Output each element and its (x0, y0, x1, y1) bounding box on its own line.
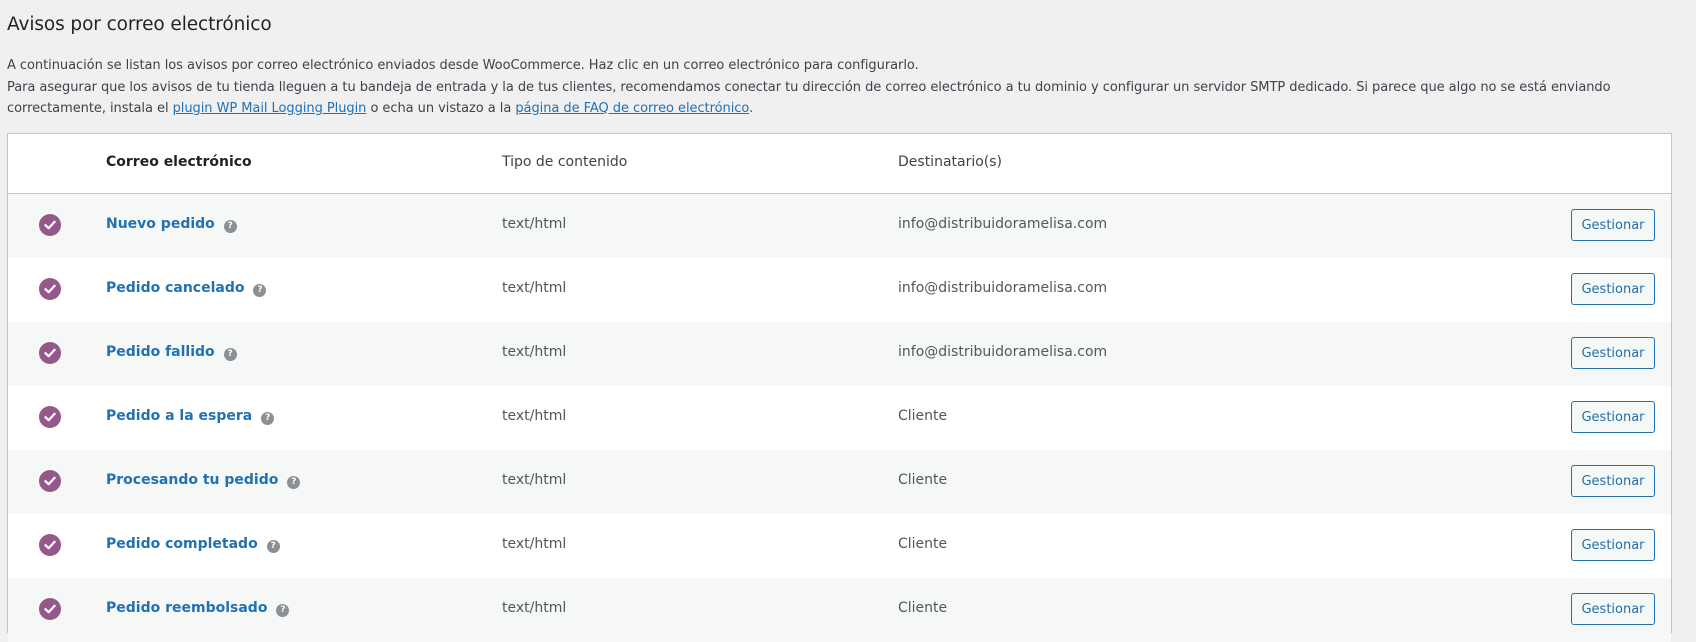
table-row: Pedido fallido? text/html info@distribui… (8, 322, 1671, 386)
email-name: Pedido completado (106, 536, 258, 552)
email-name-link[interactable]: Nuevo pedido? (106, 216, 237, 233)
manage-button[interactable]: Gestionar (1571, 273, 1655, 305)
check-circle-icon (39, 342, 61, 364)
content-type: text/html (502, 600, 567, 616)
content-type: text/html (502, 280, 567, 296)
intro-text-part: . (749, 101, 754, 116)
manage-button[interactable]: Gestionar (1571, 209, 1655, 241)
email-name-link[interactable]: Procesando tu pedido? (106, 472, 301, 489)
email-name-link[interactable]: Pedido completado? (106, 536, 280, 553)
table-row: Nuevo pedido? text/html info@distribuido… (8, 194, 1671, 258)
header-content-type: Tipo de contenido (502, 154, 628, 170)
help-icon[interactable]: ? (223, 348, 237, 361)
email-name-link[interactable]: Pedido reembolsado? (106, 600, 290, 617)
check-circle-icon (39, 534, 61, 556)
recipient: Cliente (898, 408, 948, 424)
recipient: Cliente (898, 600, 948, 616)
table-body: Nuevo pedido? text/html info@distribuido… (8, 194, 1671, 642)
manage-button[interactable]: Gestionar (1571, 401, 1655, 433)
check-circle-icon (39, 598, 61, 620)
table-header: Correo electrónico Tipo de contenido Des… (8, 134, 1671, 194)
email-name: Pedido cancelado (106, 280, 245, 296)
table-row: Pedido reembolsado? text/html Cliente Ge… (8, 578, 1671, 642)
check-circle-icon (39, 406, 61, 428)
email-name: Nuevo pedido (106, 216, 215, 232)
manage-button[interactable]: Gestionar (1571, 465, 1655, 497)
content-type: text/html (502, 216, 567, 232)
recipient: info@distribuidoramelisa.com (898, 344, 1108, 360)
help-icon[interactable]: ? (287, 476, 301, 489)
faq-link[interactable]: página de FAQ de correo electrónico (515, 101, 749, 116)
recipient: Cliente (898, 472, 948, 488)
help-icon[interactable]: ? (253, 284, 267, 297)
check-circle-icon (39, 470, 61, 492)
content-type: text/html (502, 408, 567, 424)
table-row: Pedido a la espera? text/html Cliente Ge… (8, 386, 1671, 450)
page-title: Avisos por correo electrónico (7, 14, 272, 35)
table-row: Pedido cancelado? text/html info@distrib… (8, 258, 1671, 322)
intro-line-1: A continuación se listan los avisos por … (7, 58, 919, 73)
email-name: Pedido reembolsado (106, 600, 268, 616)
content-type: text/html (502, 344, 567, 360)
plugin-link[interactable]: plugin WP Mail Logging Plugin (173, 101, 367, 116)
help-icon[interactable]: ? (266, 540, 280, 553)
table-row: Procesando tu pedido? text/html Cliente … (8, 450, 1671, 514)
email-name: Pedido fallido (106, 344, 215, 360)
header-email: Correo electrónico (106, 154, 252, 170)
recipient: info@distribuidoramelisa.com (898, 280, 1108, 296)
content-type: text/html (502, 472, 567, 488)
email-name: Pedido a la espera (106, 408, 253, 424)
email-name-link[interactable]: Pedido cancelado? (106, 280, 267, 297)
check-circle-icon (39, 278, 61, 300)
emails-table: Correo electrónico Tipo de contenido Des… (7, 133, 1672, 642)
intro-line-2: Para asegurar que los avisos de tu tiend… (7, 77, 1674, 120)
email-name-link[interactable]: Pedido a la espera? (106, 408, 275, 425)
content-type: text/html (502, 536, 567, 552)
manage-button[interactable]: Gestionar (1571, 337, 1655, 369)
intro-text: A continuación se listan los avisos por … (7, 55, 1674, 120)
help-icon[interactable]: ? (261, 412, 275, 425)
intro-text-part: o echa un vistazo a la (366, 101, 516, 116)
manage-button[interactable]: Gestionar (1571, 593, 1655, 625)
check-circle-icon (39, 214, 61, 236)
help-icon[interactable]: ? (223, 220, 237, 233)
header-recipients: Destinatario(s) (898, 154, 1003, 170)
email-name-link[interactable]: Pedido fallido? (106, 344, 237, 361)
email-name: Procesando tu pedido (106, 472, 279, 488)
recipient: Cliente (898, 536, 948, 552)
recipient: info@distribuidoramelisa.com (898, 216, 1108, 232)
table-row: Pedido completado? text/html Cliente Ges… (8, 514, 1671, 578)
manage-button[interactable]: Gestionar (1571, 529, 1655, 561)
